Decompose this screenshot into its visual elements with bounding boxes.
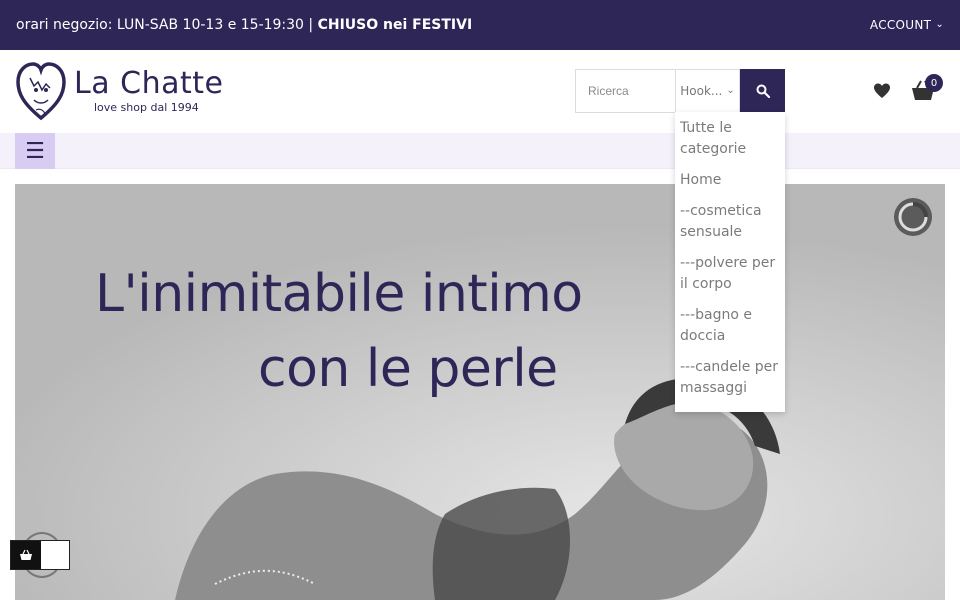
account-label: ACCOUNT xyxy=(869,18,932,32)
search-icon xyxy=(756,84,770,98)
floating-cart-button[interactable] xyxy=(10,540,70,570)
hero-slider[interactable]: L'inimitabile intimo con le perle xyxy=(15,184,945,600)
site-header: La Chatte love shop dal 1994 Hook... ⌄ 0 xyxy=(0,50,960,133)
hero-headline-line2: con le perle xyxy=(258,339,558,399)
site-logo[interactable]: La Chatte love shop dal 1994 xyxy=(16,60,231,122)
chevron-down-icon: ⌄ xyxy=(726,84,735,96)
hero-headline-line1: L'inimitabile intimo xyxy=(95,264,583,324)
dropdown-option[interactable]: Tutte le categorie xyxy=(680,118,780,160)
category-select[interactable]: Hook... ⌄ xyxy=(675,69,740,113)
floating-cart-panel xyxy=(41,541,69,569)
cat-heart-logo-icon xyxy=(16,62,66,121)
top-info-bar: orari negozio: LUN-SAB 10-13 e 15-19:30 … xyxy=(0,0,960,50)
logo-title: La Chatte xyxy=(74,66,224,101)
category-dropdown-list: Tutte le categorie Home --cosmetica sens… xyxy=(675,112,785,412)
dropdown-option[interactable]: Home xyxy=(680,170,780,191)
store-hours-text: orari negozio: LUN-SAB 10-13 e 15-19:30 … xyxy=(16,17,318,33)
cart-count-badge: 0 xyxy=(925,74,943,92)
search-input[interactable] xyxy=(575,69,675,113)
hamburger-icon[interactable]: ☰ xyxy=(15,133,55,169)
loading-spinner-icon xyxy=(894,198,932,236)
heart-icon[interactable] xyxy=(873,82,891,100)
category-select-value: Hook... xyxy=(680,84,723,98)
logo-subtitle: love shop dal 1994 xyxy=(94,101,199,114)
store-closed-notice: CHIUSO nei FESTIVI xyxy=(317,17,473,33)
store-hours: orari negozio: LUN-SAB 10-13 e 15-19:30 … xyxy=(16,17,472,33)
dropdown-option[interactable]: ---candele per massaggi xyxy=(680,357,780,399)
search-bar: Hook... ⌄ xyxy=(575,69,785,113)
dropdown-option[interactable]: ---bagno e doccia xyxy=(680,305,780,347)
dropdown-option[interactable]: ---polvere per il corpo xyxy=(680,253,780,295)
chevron-down-icon: ⌄ xyxy=(935,18,944,30)
account-menu[interactable]: ACCOUNT ⌄ xyxy=(870,18,944,32)
main-navbar: ☰ xyxy=(0,133,960,169)
search-button[interactable] xyxy=(740,69,785,113)
logo-text: La Chatte love shop dal 1994 xyxy=(74,66,224,115)
basket-icon xyxy=(11,541,41,569)
dropdown-option[interactable]: --cosmetica sensuale xyxy=(680,201,780,243)
